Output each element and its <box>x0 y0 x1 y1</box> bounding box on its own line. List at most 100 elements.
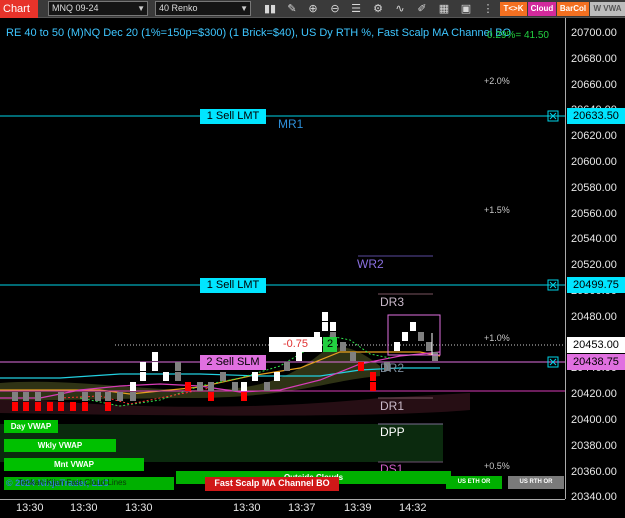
renko-brick <box>350 352 356 361</box>
renko-brick <box>130 392 136 401</box>
renko-brick <box>426 342 432 351</box>
time-label: 13:30 <box>125 502 153 514</box>
renko-brick <box>220 372 226 381</box>
overflow-icon[interactable]: ⋮ <box>480 1 496 17</box>
time-label: 14:32 <box>399 502 427 514</box>
position-quantity-label[interactable]: 2 <box>323 337 337 352</box>
monthly-vwap-label: Mnt VWAP <box>4 458 144 471</box>
chart-toolbar: Chart MNQ 09-24 ▼ 40 Renko ▼ ▮▮ ✎ ⊕ ⊖ ☰ … <box>0 0 625 18</box>
last-price-marker: 20453.00 <box>567 337 625 353</box>
renko-brick <box>23 402 29 411</box>
instrument-selector[interactable]: MNQ 09-24 ▼ <box>48 1 148 16</box>
sell-limit-order-2[interactable]: 1 Sell LMT <box>200 278 266 293</box>
chevron-down-icon: ▼ <box>137 4 145 13</box>
renko-brick <box>330 322 336 331</box>
renko-brick <box>140 362 146 371</box>
drawing-pencil-icon[interactable]: ✎ <box>284 1 300 17</box>
renko-brick <box>70 402 76 411</box>
data-box-icon[interactable]: ▦ <box>436 1 452 17</box>
tenkan-kijun-label: Tenkan-Kijun Fast Cloud Lines <box>18 478 127 487</box>
bar-chart-icon[interactable]: ▮▮ <box>262 1 278 17</box>
renko-brick <box>58 392 64 401</box>
sell-limit-order-1[interactable]: 1 Sell LMT <box>200 109 266 124</box>
time-label: 13:30 <box>233 502 261 514</box>
renko-brick <box>370 382 376 391</box>
price-tick-label: 20600.00 <box>571 156 617 168</box>
pct-level-1-5: +1.5% <box>484 205 510 215</box>
bar-type-selector[interactable]: 40 Renko ▼ <box>155 1 251 16</box>
bar-type-selector-value: 40 Renko <box>159 3 198 13</box>
renko-brick <box>152 362 158 371</box>
price-tick-label: 20480.00 <box>571 310 617 323</box>
tk-toggle-button[interactable]: T<>K <box>500 2 527 16</box>
price-tick-label: 20660.00 <box>571 78 617 91</box>
renko-brick <box>152 352 158 361</box>
renko-brick <box>232 382 238 391</box>
price-tick-label: 20680.00 <box>571 52 617 65</box>
renko-brick <box>95 392 101 401</box>
layers-icon[interactable]: ▣ <box>458 1 474 17</box>
price-chart[interactable] <box>0 18 565 499</box>
indicators-icon[interactable]: ∿ <box>392 1 408 17</box>
sell-stop-market-order[interactable]: 2 Sell SLM <box>200 355 266 370</box>
renko-brick <box>264 382 270 391</box>
sell-lmt-2-price-marker: 20499.75 <box>567 277 625 293</box>
price-tick-label: 20400.00 <box>571 414 617 426</box>
renko-brick <box>105 402 111 411</box>
vwap-toggle-button[interactable]: W VWA <box>590 2 625 16</box>
renko-brick <box>340 342 346 351</box>
renko-brick <box>175 362 181 371</box>
pct-level-1-0: +1.0% <box>484 333 510 343</box>
properties-icon[interactable]: ☰ <box>348 1 364 17</box>
renko-brick <box>47 402 53 411</box>
time-label: 13:39 <box>344 502 372 514</box>
price-tick-label: 20360.00 <box>571 465 617 478</box>
cloud-toggle-button[interactable]: Cloud <box>528 2 556 16</box>
templates-icon[interactable]: ✐ <box>414 1 430 17</box>
renko-brick <box>418 332 424 341</box>
day-vwap-label: Day VWAP <box>4 420 58 433</box>
zoom-out-icon[interactable]: ⊖ <box>327 1 343 17</box>
renko-brick <box>274 372 280 381</box>
renko-brick <box>23 392 29 401</box>
renko-brick <box>208 382 214 391</box>
renko-brick <box>358 362 364 371</box>
renko-brick <box>163 372 169 381</box>
renko-brick <box>35 392 41 401</box>
chart-tab[interactable]: Chart <box>0 0 38 18</box>
us-eth-or-button[interactable]: US ETH OR <box>446 476 502 489</box>
weekly-vwap-label: Wkly VWAP <box>4 439 116 452</box>
price-tick-label: 20540.00 <box>571 233 617 246</box>
time-label: 13:37 <box>288 502 316 514</box>
renko-brick <box>82 392 88 401</box>
time-label: 13:30 <box>70 502 98 514</box>
pivot-dpp-label: DPP <box>380 425 405 439</box>
price-tick-label: 20380.00 <box>571 439 617 452</box>
renko-brick <box>402 332 408 341</box>
renko-brick <box>322 322 328 331</box>
position-pnl-label[interactable]: -0.75 <box>269 337 322 352</box>
renko-brick <box>12 392 18 401</box>
chevron-down-icon: ▼ <box>240 4 248 13</box>
price-tick-label: 20340.00 <box>571 491 617 504</box>
renko-brick <box>105 392 111 401</box>
strategies-icon[interactable]: ⚙ <box>370 1 386 17</box>
price-tick-label: 20420.00 <box>571 388 617 401</box>
pct-level-0-5: +0.5% <box>484 461 510 471</box>
pivot-dr3-label: DR3 <box>380 295 405 309</box>
sell-lmt-1-price-marker: 20633.50 <box>567 108 625 124</box>
renko-brick <box>410 322 416 331</box>
renko-brick <box>284 362 290 371</box>
renko-brick <box>58 402 64 411</box>
renko-brick <box>197 382 203 391</box>
zoom-in-icon[interactable]: ⊕ <box>305 1 321 17</box>
pct-level-2-0: +2.0% <box>484 76 510 86</box>
pivot-wr2-label: WR2 <box>357 257 384 271</box>
renko-brick <box>432 352 438 361</box>
renko-brick <box>370 372 376 381</box>
barcol-toggle-button[interactable]: BarCol <box>557 2 589 16</box>
price-tick-label: 20580.00 <box>571 181 617 194</box>
us-rth-or-button[interactable]: US RTH OR <box>508 476 564 489</box>
chart-title: RE 40 to 50 (M)NQ Dec 20 (1%=150p=$300) … <box>6 27 512 39</box>
pivot-dr1-label: DR1 <box>380 399 405 413</box>
